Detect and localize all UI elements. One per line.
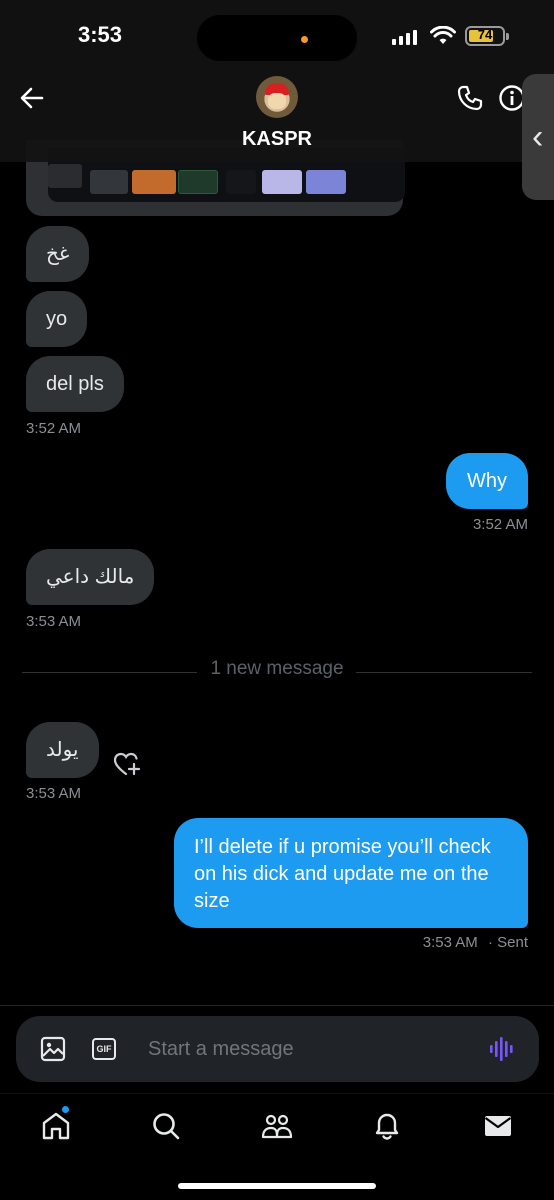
- status-bar: 3:53 74: [0, 0, 554, 72]
- incoming-message[interactable]: مالك داعي: [26, 549, 155, 605]
- communities-icon[interactable]: [261, 1110, 293, 1142]
- battery-level: 74: [477, 27, 493, 42]
- mic-indicator-dot: [301, 36, 308, 43]
- wifi-icon: [430, 26, 456, 44]
- message-composer[interactable]: GIF Start a message: [16, 1016, 539, 1082]
- conversation-username[interactable]: KASPR: [0, 128, 554, 151]
- message-timestamp: 3:53 AM: [422, 934, 478, 951]
- notifications-icon[interactable]: [371, 1110, 403, 1142]
- new-message-divider: 1 new message: [210, 658, 344, 679]
- phone-icon[interactable]: [456, 84, 484, 112]
- image-icon[interactable]: [40, 1036, 66, 1062]
- gif-icon[interactable]: GIF: [92, 1038, 116, 1060]
- home-notification-dot: [61, 1105, 70, 1114]
- outgoing-message[interactable]: Why: [446, 453, 528, 509]
- messages-icon[interactable]: [482, 1110, 514, 1142]
- incoming-message[interactable]: yo: [26, 291, 88, 347]
- message-timestamp: 3:53 AM: [26, 613, 82, 630]
- back-arrow-icon[interactable]: [18, 84, 46, 112]
- home-indicator: [178, 1183, 376, 1189]
- dynamic-island: [196, 14, 358, 62]
- incoming-message[interactable]: يولد: [26, 722, 99, 778]
- avatar[interactable]: [256, 76, 298, 118]
- message-status-line: 3:53 AM · Sent: [423, 934, 528, 951]
- cellular-signal-icon: [392, 30, 417, 45]
- outgoing-message[interactable]: I’ll delete if u promise you’ll check on…: [174, 818, 528, 928]
- message-timestamp: 3:53 AM: [26, 785, 82, 802]
- incoming-message[interactable]: غخ: [26, 226, 90, 282]
- home-icon[interactable]: [40, 1110, 72, 1142]
- message-timestamp: 3:52 AM: [26, 420, 82, 437]
- side-panel-handle[interactable]: ‹: [522, 74, 554, 200]
- message-input[interactable]: Start a message: [148, 1038, 294, 1061]
- sent-status: · Sent: [487, 934, 528, 951]
- message-timestamp: 3:52 AM: [472, 516, 528, 533]
- battery-icon: 74: [465, 26, 509, 46]
- composer-divider: [0, 1005, 554, 1006]
- search-icon[interactable]: [150, 1110, 182, 1142]
- voice-icon[interactable]: [489, 1036, 517, 1062]
- status-time: 3:53: [78, 22, 123, 47]
- incoming-message[interactable]: del pls: [26, 356, 124, 412]
- chevron-left-icon: ‹: [532, 118, 544, 156]
- heart-plus-icon[interactable]: [112, 750, 142, 778]
